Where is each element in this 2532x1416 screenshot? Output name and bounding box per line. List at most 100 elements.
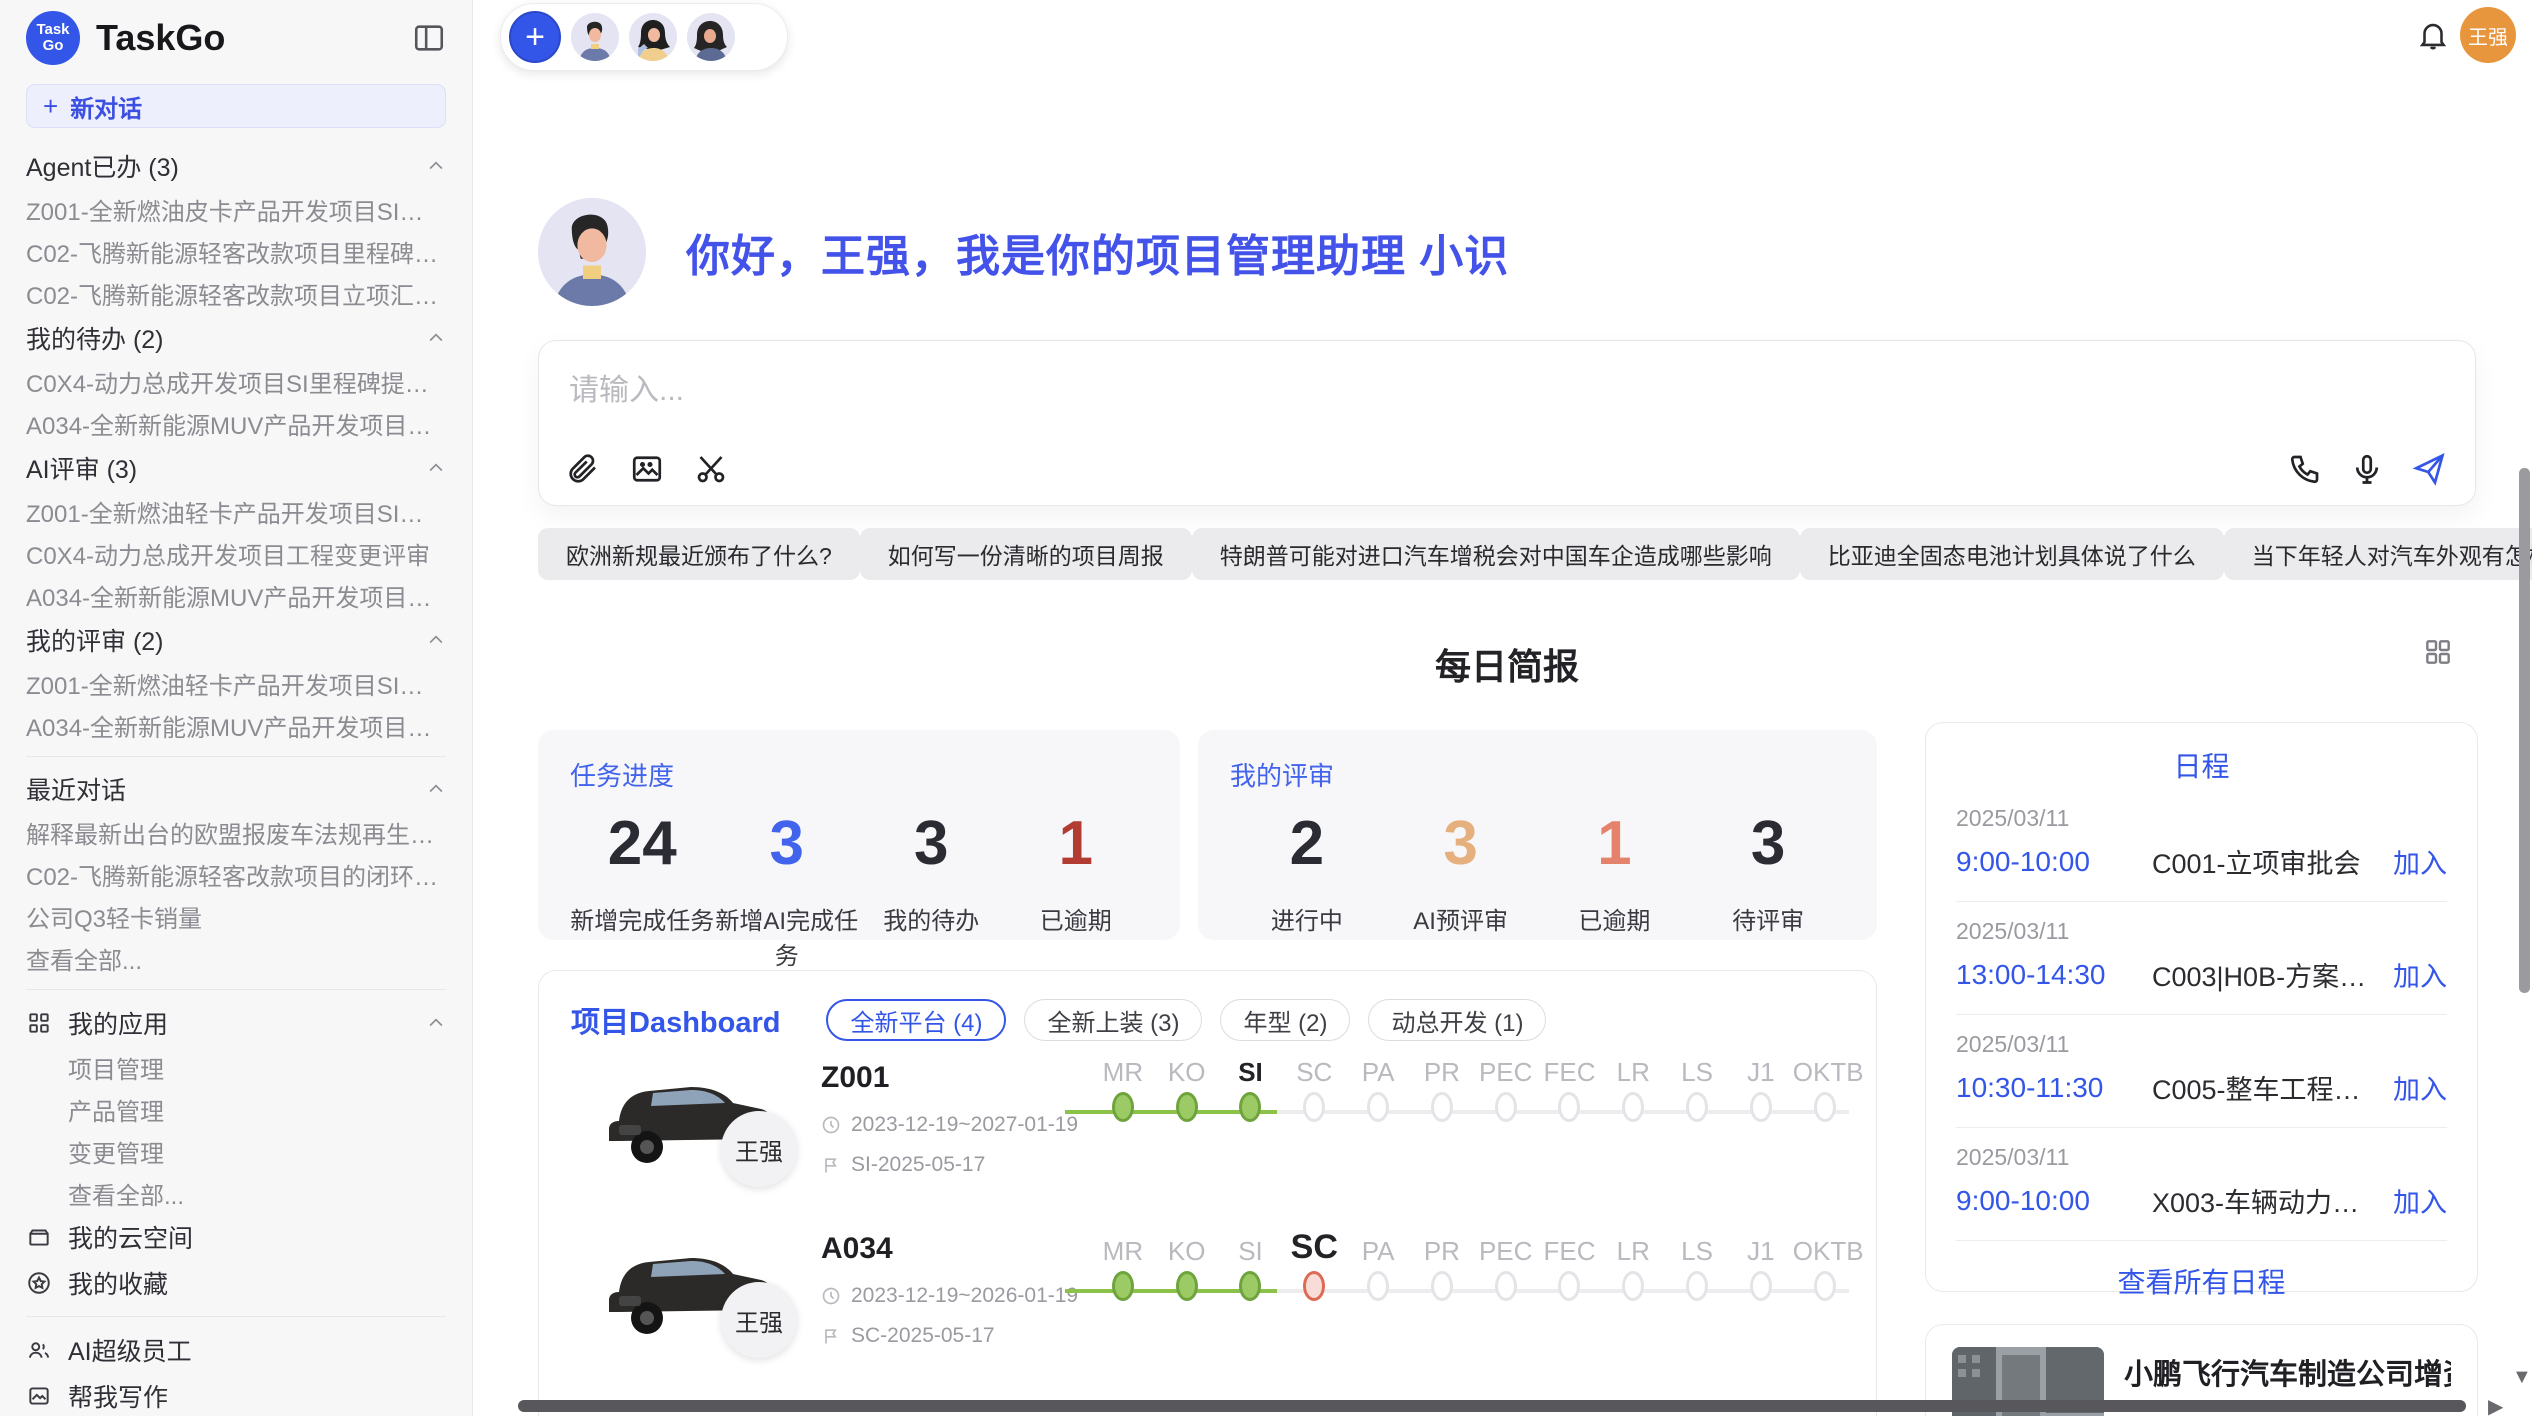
attachment-icon[interactable] bbox=[565, 451, 601, 487]
suggestion-chip[interactable]: 特朗普可能对进口汽车增税会对中国车企造成哪些影响 bbox=[1192, 528, 1800, 580]
sidebar-item-change-mgmt[interactable]: 变更管理 bbox=[26, 1130, 446, 1172]
schedule-name: C003|H0B-方案冻结评审 bbox=[2152, 955, 2381, 994]
suggestion-chip[interactable]: 欧洲新规最近颁布了什么? bbox=[538, 528, 860, 580]
join-meeting-link[interactable]: 加入 bbox=[2393, 842, 2447, 881]
filter-new-body[interactable]: 全新上装 (3) bbox=[1024, 999, 1202, 1041]
ai-super-staff-label: AI超级员工 bbox=[68, 1332, 192, 1368]
vertical-scrollbar[interactable] bbox=[2519, 468, 2530, 993]
project-row-z001[interactable]: 王强 Z001 2023-12-19~2027-01-19 SI-2025-05… bbox=[571, 1055, 1844, 1212]
sidebar-group-my-todo[interactable]: 我的待办 (2) bbox=[26, 316, 446, 360]
list-item[interactable]: 公司Q3轻卡销量 bbox=[26, 895, 446, 937]
sidebar-collapse-icon[interactable] bbox=[412, 21, 446, 55]
apps-view-all[interactable]: 查看全部... bbox=[26, 1172, 446, 1214]
divider bbox=[26, 989, 446, 990]
help-write-label: 帮我写作 bbox=[68, 1378, 168, 1414]
agent-avatar-3[interactable] bbox=[687, 13, 735, 61]
sidebar-item-ai-super-staff[interactable]: AI超级员工 bbox=[26, 1327, 446, 1373]
phone-call-icon[interactable] bbox=[2287, 451, 2323, 487]
greeting-text: 你好，王强，我是你的项目管理助理 小识 bbox=[686, 220, 1509, 284]
schedule-date: 2025/03/11 bbox=[1956, 918, 2447, 945]
suggestion-chip[interactable]: 比亚迪全固态电池计划具体说了什么 bbox=[1800, 528, 2224, 580]
list-item[interactable]: C0X4-动力总成开发项目工程变更评审 bbox=[26, 532, 446, 574]
milestone-timeline: MRKOSISCPAPRPECFECLRLSJ1OKTB bbox=[1091, 1228, 1857, 1315]
filter-year-model[interactable]: 年型 (2) bbox=[1220, 999, 1350, 1041]
list-item[interactable]: A034-全新新能源MUV产品开发项目造型可行性评审 bbox=[26, 704, 446, 746]
scroll-right-arrow[interactable]: ▶ bbox=[2488, 1394, 2503, 1416]
image-upload-icon[interactable] bbox=[629, 451, 665, 487]
sidebar: Task Go TaskGo + 新对话 Agent已办 (3) Z001-全新… bbox=[0, 0, 473, 1416]
sidebar-item-my-apps[interactable]: 我的应用 bbox=[26, 1000, 446, 1046]
list-item[interactable]: 解释最新出台的欧盟报废车法规再生塑料比例被调至15%... bbox=[26, 811, 446, 853]
sidebar-group-ai-review[interactable]: AI评审 (3) bbox=[26, 446, 446, 490]
user-avatar[interactable]: 王强 bbox=[2460, 7, 2516, 63]
stat-in-progress: 2 进行中 bbox=[1230, 809, 1384, 936]
list-item[interactable]: C02-飞腾新能源轻客改款项目立项汇报方案 bbox=[26, 272, 446, 314]
daily-brief-title: 每日简报 bbox=[538, 638, 2476, 690]
agent-avatar-2[interactable] bbox=[629, 13, 677, 61]
add-agent-button[interactable]: + bbox=[509, 11, 561, 63]
chevron-up-icon bbox=[426, 328, 446, 348]
sidebar-group-agent-done[interactable]: Agent已办 (3) bbox=[26, 144, 446, 188]
project-dates: 2023-12-19~2026-01-19 bbox=[821, 1284, 1078, 1308]
list-item[interactable]: Z001-全新燃油皮卡产品开发项目SI节点Lesson Learn报告 bbox=[26, 188, 446, 230]
stat-new-done: 24 新增完成任务 bbox=[570, 809, 715, 971]
milestone-timeline: MRKOSISCPAPRPECFECLRLSJ1OKTB bbox=[1091, 1057, 1857, 1136]
project-row-a034[interactable]: 王强 A034 2023-12-19~2026-01-19 SC-2025-05… bbox=[571, 1226, 1844, 1383]
screenshot-scissors-icon[interactable] bbox=[693, 451, 729, 487]
plus-icon: + bbox=[43, 91, 58, 122]
people-icon bbox=[26, 1337, 52, 1363]
sidebar-item-cloud-space[interactable]: 我的云空间 bbox=[26, 1214, 446, 1260]
new-chat-button[interactable]: + 新对话 bbox=[26, 84, 446, 128]
sidebar-group-my-review[interactable]: 我的评审 (2) bbox=[26, 618, 446, 662]
list-item[interactable]: C0X4-动力总成开发项目SI里程碑提交物检查 bbox=[26, 360, 446, 402]
sidebar-item-project-mgmt[interactable]: 项目管理 bbox=[26, 1046, 446, 1088]
notification-bell-icon[interactable] bbox=[2416, 18, 2450, 52]
recent-view-all[interactable]: 查看全部... bbox=[26, 937, 446, 979]
chevron-up-icon bbox=[426, 156, 446, 176]
sidebar-item-product-mgmt[interactable]: 产品管理 bbox=[26, 1088, 446, 1130]
divider bbox=[26, 756, 446, 757]
composer-toolbar bbox=[565, 451, 729, 487]
view-all-schedule-link[interactable]: 查看所有日程 bbox=[1956, 1241, 2447, 1321]
chevron-up-icon bbox=[426, 630, 446, 650]
new-chat-label: 新对话 bbox=[70, 89, 142, 124]
list-item[interactable]: C02-飞腾新能源轻客改款项目的闭环通告反馈情况 bbox=[26, 853, 446, 895]
dashboard-filters: 全新平台 (4) 全新上装 (3) 年型 (2) 动总开发 (1) bbox=[826, 999, 1546, 1041]
scroll-down-arrow[interactable]: ▼ bbox=[2512, 1366, 2532, 1389]
stat-overdue: 1 已逾期 bbox=[1004, 809, 1149, 971]
send-icon[interactable] bbox=[2411, 451, 2447, 487]
cloud-box-icon bbox=[26, 1224, 52, 1250]
card-title: 我的评审 bbox=[1230, 756, 1845, 793]
microphone-icon[interactable] bbox=[2349, 451, 2385, 487]
layout-grid-icon[interactable] bbox=[2422, 636, 2454, 668]
join-meeting-link[interactable]: 加入 bbox=[2393, 1068, 2447, 1107]
agent-avatar-1[interactable] bbox=[571, 13, 619, 61]
join-meeting-link[interactable]: 加入 bbox=[2393, 955, 2447, 994]
sidebar-item-help-write[interactable]: 帮我写作 bbox=[26, 1373, 446, 1416]
list-item[interactable]: A034-全新新能源MUV产品开发项目计划变更表编写 bbox=[26, 402, 446, 444]
suggestion-chip[interactable]: 如何写一份清晰的项目周报 bbox=[860, 528, 1192, 580]
horizontal-scrollbar[interactable] bbox=[518, 1400, 2466, 1412]
app-title: TaskGo bbox=[96, 17, 412, 59]
agent-switcher: + bbox=[500, 3, 788, 71]
suggestion-chip[interactable]: 当下年轻人对汽车外观有怎样的喜好趋势 bbox=[2224, 528, 2532, 580]
schedule-name: C001-立项审批会 bbox=[2152, 842, 2381, 881]
project-flag-date: SI-2025-05-17 bbox=[821, 1153, 985, 1177]
list-item[interactable]: Z001-全新燃油轻卡产品开发项目SI造型提交物评审 bbox=[26, 490, 446, 532]
filter-all-new-platform[interactable]: 全新平台 (4) bbox=[826, 999, 1006, 1041]
filter-powertrain[interactable]: 动总开发 (1) bbox=[1368, 999, 1546, 1041]
cloud-space-label: 我的云空间 bbox=[68, 1219, 193, 1255]
chevron-up-icon bbox=[426, 1013, 446, 1033]
clock-icon bbox=[821, 1286, 841, 1306]
sidebar-item-favorites[interactable]: 我的收藏 bbox=[26, 1260, 446, 1306]
list-item[interactable]: C02-飞腾新能源轻客改款项目里程碑画布 bbox=[26, 230, 446, 272]
sidebar-group-recent[interactable]: 最近对话 bbox=[26, 767, 446, 811]
stat-new-ai-done: 3 新增AI完成任务 bbox=[715, 809, 860, 971]
image-write-icon bbox=[26, 1383, 52, 1409]
chat-input[interactable] bbox=[569, 365, 2445, 425]
list-item[interactable]: A034-全新新能源MUV产品开发项目法规符合性评审 bbox=[26, 574, 446, 616]
app-logo: Task Go bbox=[26, 11, 80, 65]
join-meeting-link[interactable]: 加入 bbox=[2393, 1181, 2447, 1220]
list-item[interactable]: Z001-全新燃油轻卡产品开发项目SI节点属性5D文件评审 bbox=[26, 662, 446, 704]
stat-review-overdue: 1 已逾期 bbox=[1538, 809, 1692, 936]
